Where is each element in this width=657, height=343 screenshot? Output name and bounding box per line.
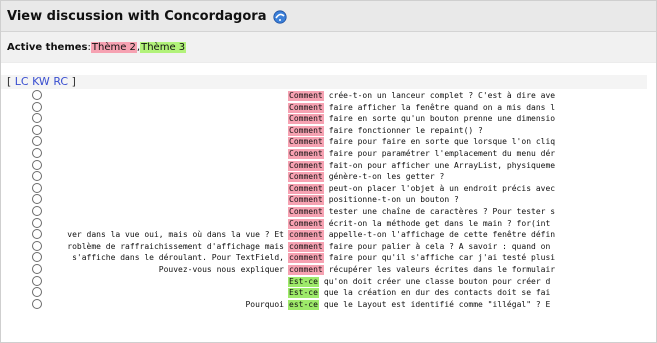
window-title: View discussion with Concordagora: [7, 8, 267, 24]
theme-badge-3[interactable]: Thème 3: [140, 41, 187, 53]
row-radio-button[interactable]: [32, 147, 42, 158]
row-radio-button[interactable]: [32, 124, 42, 135]
right-context: faire pour faire en sorte que lorsque l'…: [328, 137, 556, 147]
concordance-row: Comment faire fonctionner le repaint() ?: [1, 124, 656, 137]
keyword-highlight: Comment: [288, 91, 324, 101]
row-radio-button[interactable]: [32, 275, 42, 286]
row-radio-button[interactable]: [32, 171, 42, 182]
row-radio-button[interactable]: [32, 90, 42, 100]
concordance-row: Comment faire pour paramétrer l'emplaceme…: [1, 147, 656, 160]
row-radio-button[interactable]: [32, 113, 42, 124]
concordance-row: Comment faire pour faire en sorte que lor…: [1, 136, 656, 148]
right-context: génère-t-on les getter ?: [328, 172, 445, 182]
keyword-highlight: Comment: [288, 102, 324, 113]
active-themes-bar: Active themes : Thème 2 , Thème 3: [1, 32, 656, 63]
row-radio-button[interactable]: [32, 240, 42, 251]
keyword-highlight: Comment: [288, 125, 324, 136]
mode-close-bracket: ]: [71, 75, 76, 88]
row-radio-button[interactable]: [32, 287, 42, 298]
concordance-row: Comment crée-t-on un lanceur complet ? C'…: [1, 90, 656, 102]
keyword-highlight: Comment: [288, 183, 324, 194]
keyword-highlight: Est-ce: [288, 288, 319, 299]
row-radio-button[interactable]: [32, 136, 42, 147]
row-radio-button[interactable]: [32, 298, 42, 309]
concordance-row: Comment positionne-t-on un bouton ?: [1, 194, 656, 206]
concordance-row: Pourquoi est-ce que le Layout est identifi…: [1, 298, 656, 311]
row-radio-button[interactable]: [32, 194, 42, 205]
title-bar: View discussion with Concordagora: [1, 1, 656, 32]
right-context: récupérer les valeurs écrites dans le fo…: [328, 264, 556, 274]
mode-link-rc[interactable]: RC: [53, 75, 68, 88]
right-context: faire fonctionner le repaint() ?: [328, 125, 483, 135]
right-context: faire en sorte qu'un bouton prenne une d…: [328, 114, 556, 124]
keyword-highlight: comment: [288, 264, 324, 275]
left-context: s'affiche dans le déroulant. Pour TextFi…: [72, 253, 284, 263]
keyword-highlight: Comment: [288, 137, 324, 148]
concordance-row: Comment faire en sorte qu'un bouton prenn…: [1, 113, 656, 125]
concordance-row: Comment tester une chaîne de caractères ?…: [1, 205, 656, 218]
keyword-highlight: est-ce: [288, 299, 319, 310]
right-context: qu'on doit créer une classe bouton pour …: [323, 276, 551, 286]
concordance-row: Comment génère-t-on les getter ?: [1, 171, 656, 183]
mode-link-lc[interactable]: LC: [15, 75, 29, 88]
help-icon[interactable]: [273, 9, 288, 24]
right-context: faire pour qu'il s'affiche car j'ai test…: [328, 253, 556, 263]
concordance-row: roblème de raffraichissement d'affichage…: [1, 240, 656, 253]
keyword-highlight: comment: [288, 241, 324, 252]
row-radio-button[interactable]: [32, 229, 42, 240]
concordance-list: Comment crée-t-on un lanceur complet ? C'…: [1, 90, 656, 310]
keyword-highlight: Comment: [288, 160, 324, 171]
concordance-row: Est-ce que la création en dur des contact…: [1, 287, 656, 299]
concordance-row: Comment écrit-on la méthode get dans le m…: [1, 217, 656, 230]
right-context: positionne-t-on un bouton ?: [328, 195, 459, 205]
keyword-highlight: Comment: [288, 195, 324, 206]
right-context: écrit-on la méthode get dans le main ? f…: [328, 218, 551, 228]
concordance-row: Pouvez-vous nous expliquer comment récupér…: [1, 263, 656, 276]
discussion-panel: View discussion with Concordagora Active…: [0, 0, 657, 343]
left-context: roblème de raffraichissement d'affichage…: [67, 241, 284, 251]
right-context: faire pour palier à cela ? A savoir : qu…: [328, 241, 551, 251]
right-context: appelle-t-on l'affichage de cette fenêtr…: [328, 230, 556, 240]
concordance-row: Comment peut-on placer l'objet à un endro…: [1, 182, 656, 195]
row-radio-button[interactable]: [32, 252, 42, 263]
keyword-highlight: Comment: [288, 172, 324, 183]
right-context: fait-on pour afficher une ArrayList, phy…: [328, 160, 556, 170]
keyword-highlight: Est-ce: [288, 276, 319, 287]
right-context: faire pour paramétrer l'emplacement du m…: [328, 148, 556, 158]
concordance-row: s'affiche dans le déroulant. Pour TextFi…: [1, 252, 656, 264]
view-mode-links: [ LC KW RC ]: [1, 75, 647, 89]
keyword-highlight: comment: [288, 230, 324, 241]
mode-open-bracket: [: [7, 75, 12, 88]
keyword-highlight: comment: [288, 253, 324, 264]
right-context: tester une chaîne de caractères ? Pour t…: [328, 206, 556, 216]
left-context: ver dans la vue oui, mais où dans la vue…: [67, 230, 284, 240]
concordance-row: Est-ce qu'on doit créer une classe bouton…: [1, 275, 656, 288]
left-context: Pourquoi: [245, 299, 284, 309]
right-context: que le Layout est identifié comme "illég…: [323, 299, 551, 309]
concordance-row: Comment faire afficher la fenêtre quand o…: [1, 101, 656, 114]
concordance-row: ver dans la vue oui, mais où dans la vue…: [1, 229, 656, 241]
left-context: Pouvez-vous nous expliquer: [158, 264, 284, 274]
theme-badge-2[interactable]: Thème 2: [90, 41, 137, 53]
right-context: faire afficher la fenêtre quand on a mis…: [328, 102, 556, 112]
keyword-highlight: Comment: [288, 206, 324, 217]
row-radio-button[interactable]: [32, 217, 42, 228]
row-radio-button[interactable]: [32, 182, 42, 193]
active-themes-label: Active themes: [7, 41, 88, 53]
row-radio-button[interactable]: [32, 263, 42, 274]
concordance-row: Comment fait-on pour afficher une ArrayLi…: [1, 159, 656, 172]
right-context: peut-on placer l'objet à un endroit préc…: [328, 183, 556, 193]
keyword-highlight: Comment: [288, 218, 324, 229]
right-context: que la création en dur des contacts doit…: [323, 288, 551, 298]
row-radio-button[interactable]: [32, 101, 42, 112]
mode-link-kw[interactable]: KW: [32, 75, 50, 88]
right-context: crée-t-on un lanceur complet ? C'est à d…: [328, 91, 556, 100]
keyword-highlight: Comment: [288, 148, 324, 159]
row-radio-button[interactable]: [32, 205, 42, 216]
keyword-highlight: Comment: [288, 114, 324, 125]
row-radio-button[interactable]: [32, 159, 42, 170]
